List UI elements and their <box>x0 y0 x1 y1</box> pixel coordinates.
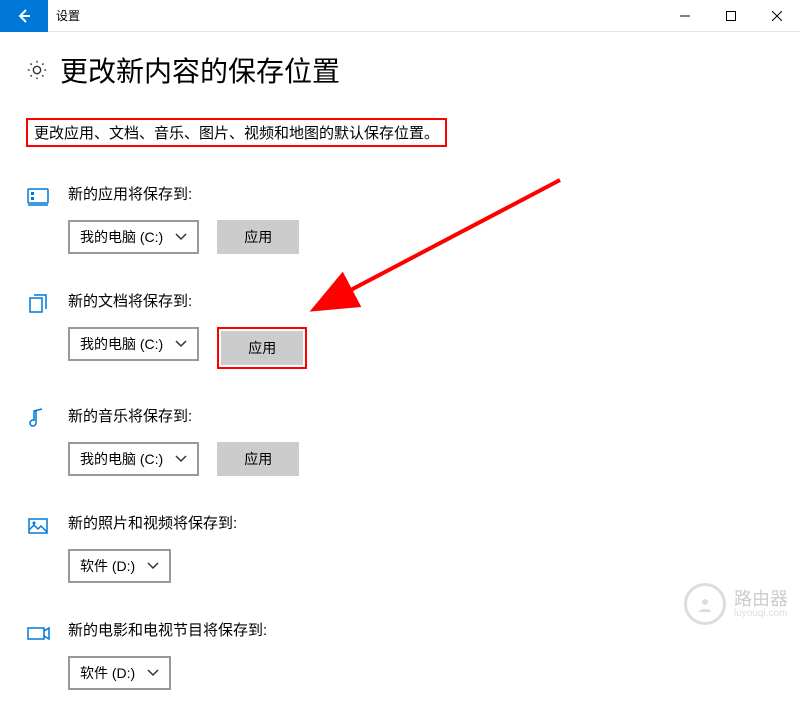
photo-icon <box>26 512 68 583</box>
location-select[interactable]: 我的电脑 (C:) <box>68 327 199 361</box>
window-controls <box>662 0 800 32</box>
setting-movies: 新的电影和电视节目将保存到: 软件 (D:) <box>26 619 774 690</box>
minimize-button[interactable] <box>662 0 708 32</box>
watermark-text: 路由器 <box>734 590 788 608</box>
close-button[interactable] <box>754 0 800 32</box>
apply-button-highlight: 应用 <box>217 327 307 369</box>
page-title: 更改新内容的保存位置 <box>60 50 340 90</box>
chevron-down-icon <box>175 231 187 243</box>
location-select[interactable]: 我的电脑 (C:) <box>68 442 199 476</box>
setting-label: 新的音乐将保存到: <box>68 405 774 426</box>
music-icon <box>26 405 68 476</box>
setting-apps: 新的应用将保存到: 我的电脑 (C:) 应用 <box>26 183 774 254</box>
select-value: 软件 (D:) <box>80 663 135 683</box>
maximize-button[interactable] <box>708 0 754 32</box>
apply-button[interactable]: 应用 <box>217 442 299 476</box>
window-title: 设置 <box>48 7 662 24</box>
apply-button[interactable]: 应用 <box>217 220 299 254</box>
titlebar: 设置 <box>0 0 800 32</box>
setting-music: 新的音乐将保存到: 我的电脑 (C:) 应用 <box>26 405 774 476</box>
chevron-down-icon <box>147 667 159 679</box>
watermark: 路由器 luyouqi.com <box>684 583 788 625</box>
document-icon <box>26 290 68 369</box>
apply-button[interactable]: 应用 <box>221 331 303 365</box>
select-value: 软件 (D:) <box>80 556 135 576</box>
watermark-subtext: luyouqi.com <box>734 608 788 619</box>
subtitle-text: 更改应用、文档、音乐、图片、视频和地图的默认保存位置。 <box>26 118 447 147</box>
chevron-down-icon <box>175 338 187 350</box>
select-value: 我的电脑 (C:) <box>80 449 163 469</box>
location-select[interactable]: 我的电脑 (C:) <box>68 220 199 254</box>
content-area: 更改新内容的保存位置 更改应用、文档、音乐、图片、视频和地图的默认保存位置。 新… <box>0 32 800 708</box>
apps-icon <box>26 183 68 254</box>
gear-icon <box>26 59 48 81</box>
setting-label: 新的照片和视频将保存到: <box>68 512 774 533</box>
setting-label: 新的文档将保存到: <box>68 290 774 311</box>
watermark-logo-icon <box>684 583 726 625</box>
select-value: 我的电脑 (C:) <box>80 334 163 354</box>
setting-label: 新的应用将保存到: <box>68 183 774 204</box>
arrow-left-icon <box>16 8 32 24</box>
location-select[interactable]: 软件 (D:) <box>68 549 171 583</box>
chevron-down-icon <box>147 560 159 572</box>
setting-label: 新的电影和电视节目将保存到: <box>68 619 774 640</box>
back-button[interactable] <box>0 0 48 32</box>
movie-icon <box>26 619 68 690</box>
select-value: 我的电脑 (C:) <box>80 227 163 247</box>
setting-photos: 新的照片和视频将保存到: 软件 (D:) <box>26 512 774 583</box>
location-select[interactable]: 软件 (D:) <box>68 656 171 690</box>
chevron-down-icon <box>175 453 187 465</box>
setting-documents: 新的文档将保存到: 我的电脑 (C:) 应用 <box>26 290 774 369</box>
